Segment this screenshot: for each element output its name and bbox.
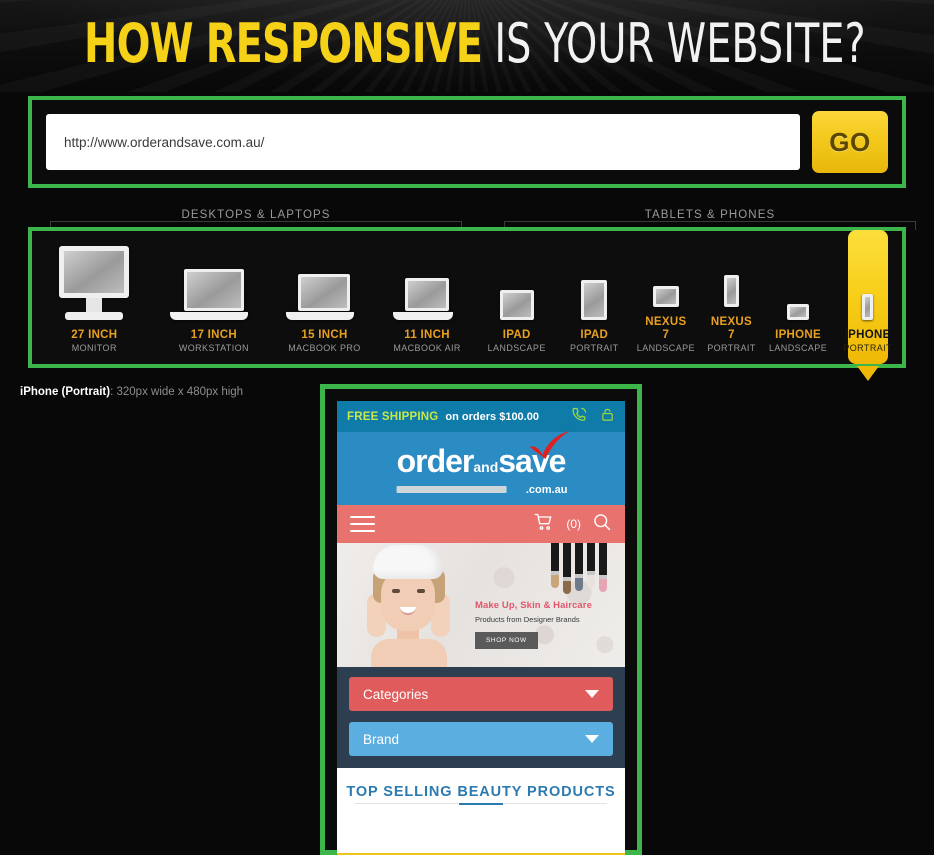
device-label: IPHONE bbox=[775, 329, 821, 341]
shopping-cart-icon[interactable] bbox=[533, 512, 555, 537]
device-label: 17 INCH bbox=[190, 329, 237, 341]
red-check-icon bbox=[527, 430, 571, 465]
top-selling-title: TOP SELLING BEAUTY PRODUCTS bbox=[346, 784, 616, 800]
logo-underline bbox=[396, 486, 507, 493]
selected-indicator-arrow bbox=[856, 366, 879, 381]
section-label-desktops-text: DESKTOPS & LAPTOPS bbox=[171, 209, 341, 221]
device-tile-27-inch-monitor[interactable]: 27 INCH MONITOR bbox=[46, 231, 142, 364]
chevron-down-icon bbox=[585, 690, 599, 698]
store-logo-band: orderandsave .com.au bbox=[337, 431, 625, 505]
device-tile-15-inch-macbook pro[interactable]: 15 INCH MACBOOK PRO bbox=[285, 231, 363, 364]
model-photo bbox=[349, 543, 469, 667]
shop-now-button[interactable]: SHOP NOW bbox=[475, 632, 538, 649]
device-label: 11 INCH bbox=[404, 329, 450, 341]
device-label: NEXUS 7 bbox=[645, 316, 687, 341]
device-sublabel: MACBOOK PRO bbox=[288, 343, 361, 353]
device-sublabel: LANDSCAPE bbox=[487, 343, 546, 353]
device-label: 15 INCH bbox=[301, 329, 348, 341]
page-title-highlight: HOW RESPONSIVE bbox=[84, 12, 483, 75]
device-tile-nexus-7-portrait[interactable]: NEXUS 7 PORTRAIT bbox=[707, 231, 755, 364]
responsive-tester-page: HOW RESPONSIVE IS YOUR WEBSITE? GO DESKT… bbox=[0, 0, 934, 855]
section-divider-accent bbox=[459, 803, 503, 805]
device-tile-iphone-portrait[interactable]: IPHONE PORTRAIT bbox=[843, 230, 892, 381]
device-label: IPHONE bbox=[844, 329, 891, 341]
section-label-tablets: TABLETS & PHONES bbox=[504, 209, 916, 230]
nexus-portrait-icon bbox=[723, 275, 739, 307]
phone-viewport[interactable]: FREE SHIPPING on orders $100.00 orderand… bbox=[337, 401, 625, 855]
phone-call-icon[interactable] bbox=[571, 406, 588, 428]
device-tile-nexus-7-landscape[interactable]: NEXUS 7 LANDSCAPE bbox=[637, 231, 695, 364]
device-sublabel: LANDSCAPE bbox=[636, 343, 695, 353]
makeup-brushes-image bbox=[551, 543, 607, 594]
viewport-device-name: iPhone (Portrait) bbox=[20, 386, 111, 398]
nexus-landscape-icon bbox=[652, 286, 679, 307]
device-sublabel: MACBOOK AIR bbox=[393, 343, 461, 353]
page-title: HOW RESPONSIVE IS YOUR WEBSITE? bbox=[84, 12, 866, 75]
filter-label: Brand bbox=[363, 731, 400, 747]
filter-dropdowns: Categories Brand bbox=[337, 667, 625, 768]
device-sublabel: MONITOR bbox=[71, 343, 117, 353]
free-shipping-label: FREE SHIPPING bbox=[347, 410, 439, 423]
store-logo[interactable]: orderandsave .com.au bbox=[396, 431, 570, 496]
free-shipping-bar: FREE SHIPPING on orders $100.00 bbox=[337, 401, 625, 432]
store-navbar: (0) bbox=[337, 505, 625, 543]
banner-subheading: Products from Designer Brands bbox=[475, 615, 580, 624]
device-selector-panel: 27 INCH MONITOR 17 INCH WORKSTATION 15 INCH M… bbox=[28, 227, 906, 381]
phone-landscape-icon bbox=[787, 304, 810, 320]
promo-banner[interactable]: Make Up, Skin & Haircare Products from D… bbox=[337, 543, 625, 667]
search-icon[interactable] bbox=[592, 512, 612, 537]
preview-panel: FREE SHIPPING on orders $100.00 orderand… bbox=[320, 384, 642, 855]
filter-dropdown-categories[interactable]: Categories bbox=[349, 677, 613, 711]
laptop-medium-icon bbox=[286, 274, 355, 320]
go-button[interactable]: GO bbox=[812, 111, 888, 173]
hamburger-menu-icon[interactable] bbox=[350, 511, 375, 537]
laptop-large-icon bbox=[170, 269, 249, 320]
device-tile-iphone-landscape[interactable]: IPHONE LANDSCAPE bbox=[769, 231, 827, 364]
tablet-portrait-icon bbox=[581, 280, 608, 320]
logo-domain: .com.au bbox=[525, 484, 568, 496]
device-tile-17-inch-workstation[interactable]: 17 INCH WORKSTATION bbox=[170, 231, 257, 364]
device-sublabel: LANDSCAPE bbox=[768, 343, 828, 353]
banner-heading: Make Up, Skin & Haircare bbox=[475, 600, 592, 611]
padlock-icon[interactable] bbox=[600, 406, 615, 428]
viewport-dimensions: : 320px wide x 480px high bbox=[110, 386, 244, 398]
device-label: IPAD bbox=[580, 329, 609, 341]
device-label: 27 INCH bbox=[71, 329, 118, 341]
device-tile-ipad-landscape[interactable]: IPAD LANDSCAPE bbox=[487, 231, 546, 364]
device-tile-11-inch-macbook air[interactable]: 11 INCH MACBOOK AIR bbox=[392, 231, 462, 364]
page-title-rest: IS YOUR WEBSITE? bbox=[494, 12, 866, 75]
device-sublabel: PORTRAIT bbox=[570, 343, 619, 353]
device-sublabel: PORTRAIT bbox=[843, 343, 892, 353]
url-bar-panel: GO bbox=[28, 96, 906, 188]
monitor-icon bbox=[59, 246, 130, 320]
url-input[interactable] bbox=[46, 114, 800, 170]
device-sublabel: PORTRAIT bbox=[707, 343, 756, 353]
device-label: IPAD bbox=[502, 329, 531, 341]
tablet-landscape-icon bbox=[499, 290, 534, 320]
page-header: HOW RESPONSIVE IS YOUR WEBSITE? bbox=[0, 0, 934, 92]
filter-label: Categories bbox=[363, 686, 429, 702]
free-shipping-terms: on orders $100.00 bbox=[445, 410, 539, 423]
logo-word-and: and bbox=[473, 459, 499, 475]
chevron-down-icon bbox=[585, 735, 599, 743]
filter-dropdown-brand[interactable]: Brand bbox=[349, 722, 613, 756]
laptop-small-icon bbox=[393, 278, 454, 320]
device-sublabel: WORKSTATION bbox=[178, 343, 249, 353]
section-label-tablets-text: TABLETS & PHONES bbox=[634, 209, 786, 221]
device-label: NEXUS 7 bbox=[710, 316, 753, 341]
top-selling-section: TOP SELLING BEAUTY PRODUCTS bbox=[337, 768, 625, 810]
device-tile-ipad-portrait[interactable]: IPAD PORTRAIT bbox=[570, 231, 619, 364]
device-list: 27 INCH MONITOR 17 INCH WORKSTATION 15 INCH M… bbox=[32, 230, 902, 381]
cart-count: (0) bbox=[566, 517, 581, 531]
phone-portrait-icon bbox=[862, 294, 874, 320]
section-label-desktops: DESKTOPS & LAPTOPS bbox=[50, 209, 462, 230]
viewport-caption: iPhone (Portrait): 320px wide x 480px hi… bbox=[20, 385, 243, 399]
logo-word-order: order bbox=[396, 443, 475, 479]
